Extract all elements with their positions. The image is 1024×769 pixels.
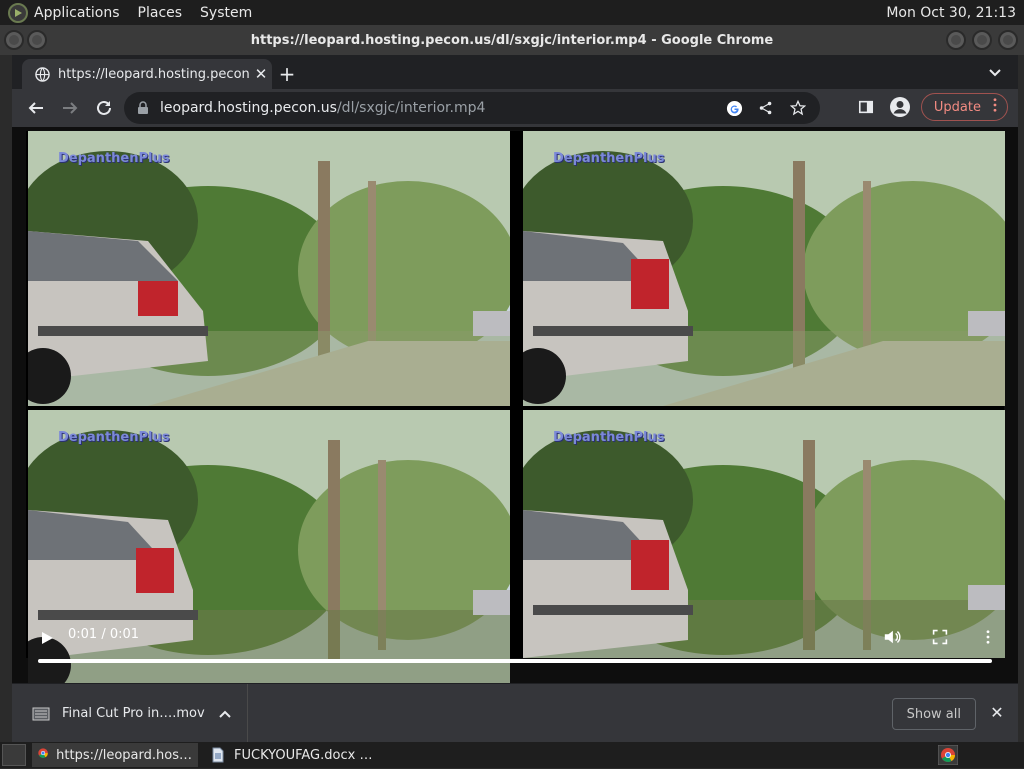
forward-arrow-icon[interactable] [54,92,86,124]
distro-logo-icon[interactable] [8,2,28,23]
task-document-label: FUCKYOUFAG.docx … [234,747,373,763]
browser-toolbar: leopard.hosting.pecon.us/dl/sxgjc/interi… [12,89,1018,127]
tab-interior-mp4[interactable]: https://leopard.hosting.pecon.us/dl/sxgj… [22,59,272,89]
google-icon[interactable] [724,98,744,118]
video-watermark: DepanthenPlus [553,430,665,445]
menu-applications[interactable]: Applications [34,5,120,21]
task-chrome-label: https://leopard.hos… [56,747,192,763]
url-path: /dl/sxgjc/interior.mp4 [336,100,486,116]
minimize-button[interactable] [946,30,966,50]
side-panel-icon[interactable] [853,94,879,120]
video-time: 0:01 / 0:01 [68,627,140,642]
download-shelf: Final Cut Pro in….mov Show all ✕ [12,683,1018,743]
tab-search-chevron-icon[interactable] [986,63,1004,81]
clock[interactable]: Mon Oct 30, 21:13 [886,5,1016,21]
window-shade-button[interactable] [27,30,47,50]
video-watermark: DepanthenPlus [58,151,170,166]
bottom-taskbar: https://leopard.hos… FUCKYOUFAG.docx … [0,742,1024,768]
menu-places[interactable]: Places [138,5,183,21]
window-title: https://leopard.hosting.pecon.us/dl/sxgj… [250,32,774,48]
download-item[interactable]: Final Cut Pro in….mov [12,684,248,743]
address-bar[interactable]: leopard.hosting.pecon.us/dl/sxgjc/interi… [124,92,820,124]
video-frame-top-right: DepanthenPlus [523,131,1005,406]
back-arrow-icon[interactable] [20,92,52,124]
lock-icon[interactable] [136,101,150,115]
bookmark-star-icon[interactable] [788,98,808,118]
video-progress-bar[interactable] [38,659,992,663]
video-frame-top-left: DepanthenPlus [28,131,510,406]
close-downloads-icon[interactable]: ✕ [988,704,1006,722]
video-watermark: DepanthenPlus [58,430,170,445]
window-titlebar[interactable]: https://leopard.hosting.pecon.us/dl/sxgj… [0,25,1024,55]
video-watermark: DepanthenPlus [553,151,665,166]
tab-title: https://leopard.hosting.pecon.us/dl/sxgj… [58,66,250,82]
kebab-menu-icon[interactable] [993,98,997,116]
tab-close-icon[interactable]: ✕ [250,65,272,83]
video-options-icon[interactable] [978,627,998,647]
chevron-up-icon[interactable] [217,706,233,722]
globe-icon [34,66,50,82]
video-controls: 0:01 / 0:01 [26,617,1004,667]
profile-avatar-icon[interactable] [887,94,913,120]
file-icon [32,704,50,724]
tab-strip: https://leopard.hosting.pecon.us/dl/sxgj… [12,55,1018,89]
share-icon[interactable] [756,98,776,118]
task-document[interactable]: FUCKYOUFAG.docx … [204,743,378,767]
update-button[interactable]: Update [920,93,1008,121]
menu-system[interactable]: System [200,5,252,21]
new-tab-button[interactable]: + [274,61,300,87]
video-player[interactable]: DepanthenPlus DepanthenPlus DepanthenPlu… [26,131,1005,685]
update-label: Update [933,99,981,115]
play-icon[interactable] [38,629,56,647]
download-filename: Final Cut Pro in….mov [62,706,205,721]
desktop-edge [0,90,12,740]
show-all-button[interactable]: Show all [891,698,976,730]
maximize-button[interactable] [972,30,992,50]
volume-icon[interactable] [882,627,902,647]
close-window-button[interactable] [998,30,1018,50]
task-chrome[interactable]: https://leopard.hos… [32,743,198,767]
chrome-icon [38,747,48,763]
window-menu-button[interactable] [4,30,24,50]
reload-icon[interactable] [88,92,120,124]
url-host: leopard.hosting.pecon.us [160,100,337,116]
document-icon [210,747,226,763]
tray-chrome-icon[interactable] [937,744,959,766]
page-content: DepanthenPlus DepanthenPlus DepanthenPlu… [12,127,1018,685]
top-panel: Applications Places System Mon Oct 30, 2… [0,0,1024,25]
show-desktop-button[interactable] [2,744,26,766]
fullscreen-icon[interactable] [930,627,950,647]
